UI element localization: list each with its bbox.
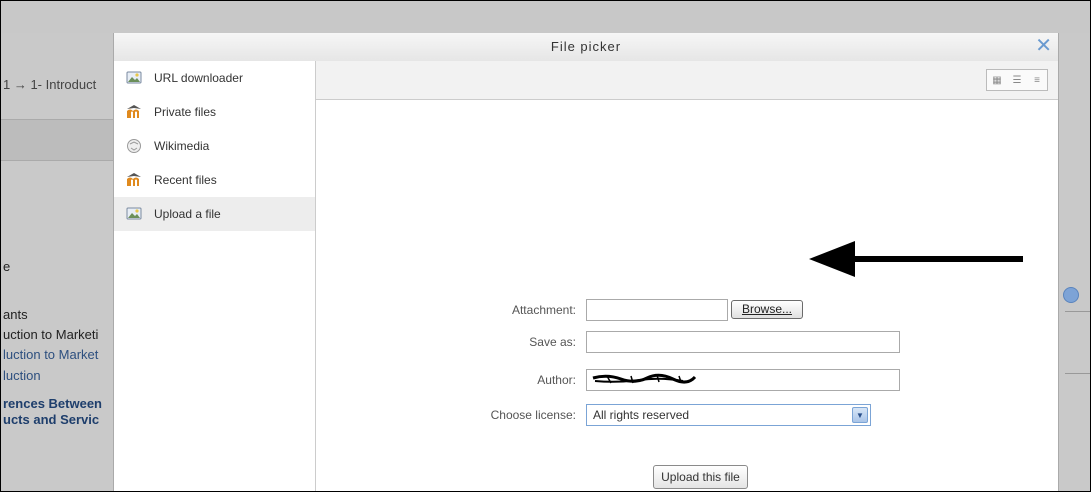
background-text: ants [3, 307, 28, 322]
repository-item-recent-files[interactable]: Recent files [114, 163, 315, 197]
license-select[interactable]: All rights reserved ▼ [586, 404, 871, 426]
author-label: Author: [537, 373, 576, 387]
divider [1065, 311, 1090, 312]
license-value: All rights reserved [593, 408, 690, 422]
divider [1065, 373, 1090, 374]
help-icon[interactable] [1063, 287, 1079, 303]
save-as-field[interactable] [586, 331, 900, 353]
screenshot-frame: 1 → 1- Introduct e ants uction to Market… [0, 0, 1091, 492]
attachment-row: Attachment: Browse... [316, 299, 1058, 321]
background-bar [1, 119, 113, 161]
background-link[interactable]: uction to Marketi [3, 327, 98, 342]
background-text: e [3, 259, 11, 274]
background-right [1057, 33, 1090, 491]
view-mode-buttons: ▦ ☰ ≡ [986, 69, 1048, 91]
repository-item-private-files[interactable]: Private files [114, 95, 315, 129]
repository-item-url-downloader[interactable]: URL downloader [114, 61, 315, 95]
repository-item-upload-a-file[interactable]: Upload a file [114, 197, 315, 231]
repository-label: Upload a file [154, 207, 221, 221]
tree-view-icon[interactable]: ≡ [1027, 70, 1047, 90]
upload-icon [126, 206, 142, 222]
license-row: Choose license: All rights reserved ▼ [316, 404, 1058, 426]
attachment-field[interactable] [586, 299, 728, 321]
dialog-header: File picker ✕ [114, 33, 1058, 62]
repository-label: Private files [154, 105, 217, 119]
repository-label: Wikimedia [154, 139, 210, 153]
icon-view-icon[interactable]: ▦ [987, 70, 1007, 90]
dialog-title: File picker [550, 39, 622, 54]
background-link[interactable]: rences Between [3, 396, 102, 411]
repository-label: Recent files [154, 173, 217, 187]
view-toolbar: ▦ ☰ ≡ [316, 61, 1058, 100]
license-label: Choose license: [490, 408, 576, 422]
background-breadcrumb[interactable]: 1 → 1- Introduct [3, 77, 96, 92]
upload-this-file-button[interactable]: Upload this file [653, 465, 748, 489]
repository-label: URL downloader [154, 71, 243, 85]
redaction-scribble [592, 373, 697, 384]
background-header [1, 1, 1090, 33]
moodle-icon [126, 172, 142, 188]
chevron-down-icon[interactable]: ▼ [852, 407, 868, 423]
wikimedia-icon [126, 138, 142, 154]
background-link[interactable]: ucts and Servic [3, 412, 99, 427]
arrow-icon [809, 241, 1023, 277]
moodle-icon [126, 104, 142, 120]
author-field[interactable] [586, 369, 900, 391]
url-downloader-icon [126, 70, 142, 86]
save-as-row: Save as: [316, 331, 1058, 353]
save-as-label: Save as: [529, 335, 576, 349]
browse-button[interactable]: Browse... [731, 300, 803, 319]
repository-list: URL downloader Private files Wikimedia R… [114, 61, 316, 491]
attachment-label: Attachment: [511, 303, 576, 317]
repository-item-wikimedia[interactable]: Wikimedia [114, 129, 315, 163]
list-view-icon[interactable]: ☰ [1007, 70, 1027, 90]
background-link[interactable]: luction to Market [3, 347, 98, 362]
background-link[interactable]: luction [3, 368, 41, 383]
author-row: Author: [316, 369, 1058, 391]
close-icon[interactable]: ✕ [1035, 35, 1052, 57]
